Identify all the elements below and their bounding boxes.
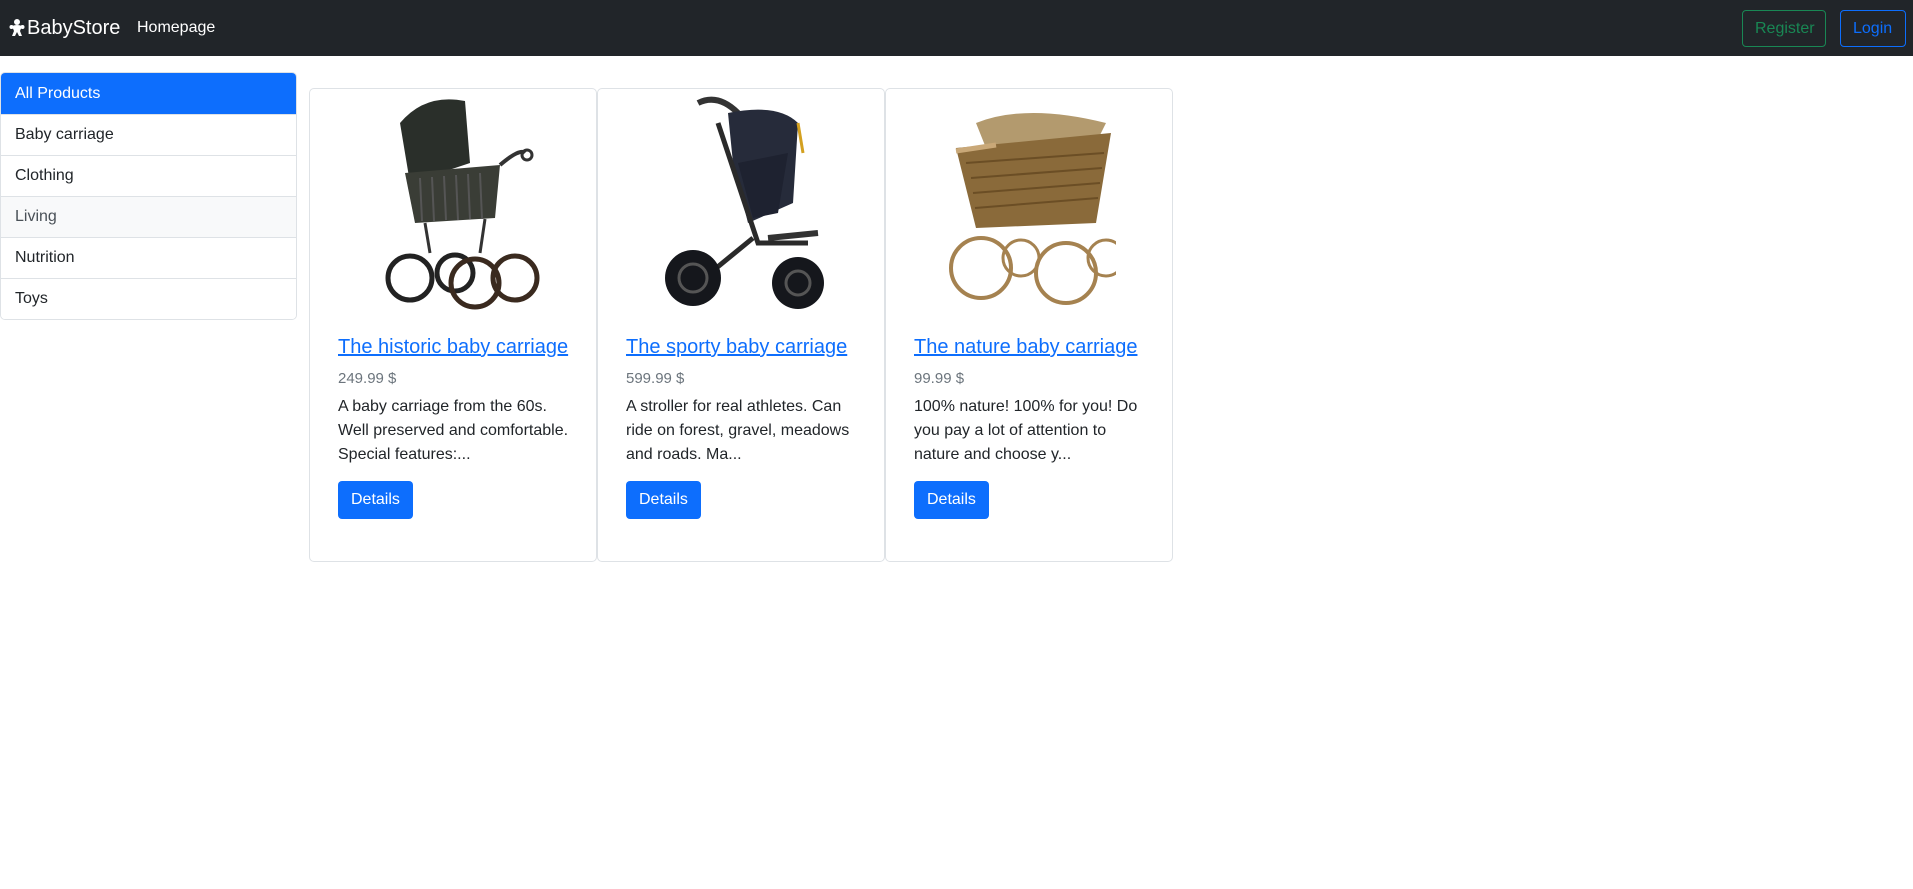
product-title-link[interactable]: The historic baby carriage [338, 335, 574, 359]
sidebar-item-all-products[interactable]: All Products [1, 73, 296, 114]
sidebar-item-baby-carriage[interactable]: Baby carriage [1, 114, 296, 155]
login-button[interactable]: Login [1840, 10, 1906, 47]
sidebar-item-clothing[interactable]: Clothing [1, 155, 296, 196]
product-title-link[interactable]: The nature baby carriage [914, 335, 1150, 359]
product-price: 99.99 $ [914, 370, 965, 387]
wicker-pram-image[interactable] [946, 93, 1116, 315]
sidebar-item-toys[interactable]: Toys [1, 278, 296, 319]
product-grid: The historic baby carriage 249.99 $ A ba… [309, 88, 1173, 562]
product-description: 100% nature! 100% for you! Do you pay a … [914, 398, 1138, 463]
product-card: The historic baby carriage 249.99 $ A ba… [309, 88, 597, 562]
details-button[interactable]: Details [626, 481, 701, 519]
baby-icon [9, 19, 25, 36]
product-description: A stroller for real athletes. Can ride o… [626, 398, 850, 463]
details-button[interactable]: Details [914, 481, 989, 519]
jogging-stroller-image[interactable] [658, 93, 828, 315]
register-button[interactable]: Register [1742, 10, 1826, 47]
brand-name: BabyStore [27, 16, 121, 39]
product-description: A baby carriage from the 60s. Well prese… [338, 398, 569, 463]
nav-homepage-link[interactable]: Homepage [137, 0, 215, 56]
brand-link[interactable]: BabyStore [9, 0, 120, 56]
product-card: The nature baby carriage 99.99 $ 100% na… [885, 88, 1173, 562]
category-sidebar: All Products Baby carriage Clothing Livi… [0, 72, 297, 320]
product-card: The sporty baby carriage 599.99 $ A stro… [597, 88, 885, 562]
product-price: 599.99 $ [626, 370, 685, 387]
top-navbar: BabyStore Homepage Register Login [0, 0, 1913, 56]
product-title-link[interactable]: The sporty baby carriage [626, 335, 862, 359]
sidebar-item-nutrition[interactable]: Nutrition [1, 237, 296, 278]
historic-pram-image[interactable] [370, 93, 540, 315]
sidebar-item-living[interactable]: Living [1, 196, 296, 237]
product-price: 249.99 $ [338, 370, 397, 387]
details-button[interactable]: Details [338, 481, 413, 519]
